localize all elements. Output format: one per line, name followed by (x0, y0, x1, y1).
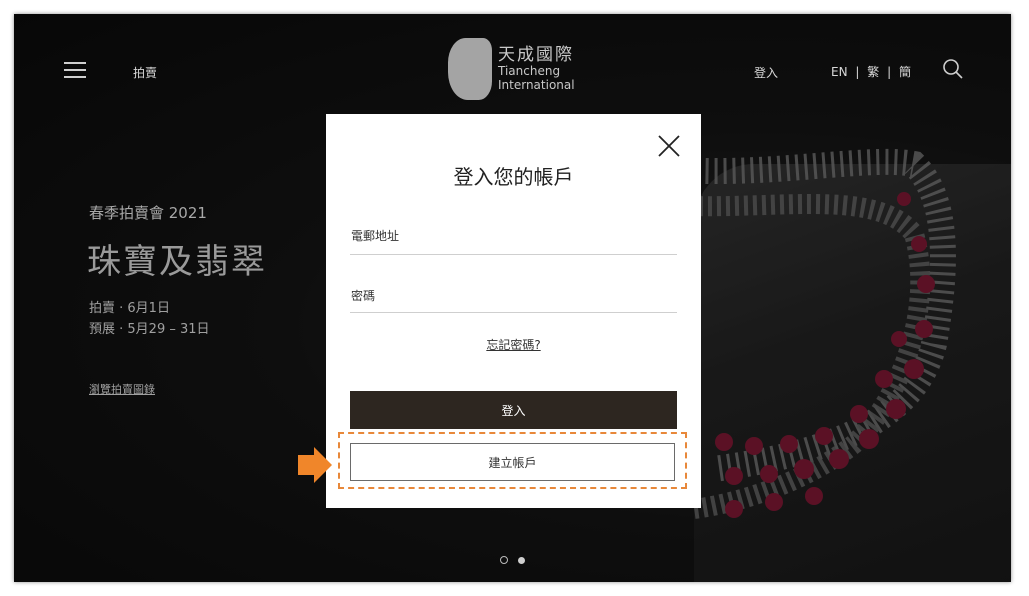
carousel-indicator (500, 549, 535, 568)
tiancheng-logo[interactable]: 天成國際 Tiancheng International (448, 38, 588, 102)
hamburger-menu-icon[interactable] (64, 62, 86, 78)
header-login-link[interactable]: 登入 (754, 64, 778, 81)
hero-title: 珠寶及翡翠 (87, 242, 267, 282)
highlight-box (338, 432, 687, 489)
preview-date: 預展 · 5月29 – 31日 (89, 322, 210, 337)
login-button[interactable]: 登入 (350, 391, 677, 429)
logo-chinese-name: 天成國際 (498, 45, 574, 65)
logo-english-line1: Tiancheng (498, 64, 561, 78)
screenshot-frame: 拍賣 天成國際 Tiancheng International 登入 EN | … (14, 14, 1011, 582)
carousel-dot-1[interactable] (500, 556, 508, 564)
modal-title: 登入您的帳戶 (453, 165, 574, 189)
carousel-dot-2[interactable] (518, 557, 525, 564)
password-field[interactable] (350, 284, 681, 312)
nav-auction-link[interactable]: 拍賣 (133, 64, 157, 81)
search-icon[interactable] (942, 58, 964, 80)
lang-separator: | (855, 65, 860, 79)
auction-date: 拍賣 · 6月1日 (89, 301, 170, 316)
lang-traditional[interactable]: 繁 (867, 65, 879, 79)
password-underline (350, 312, 677, 313)
email-underline (350, 254, 677, 255)
lang-separator: | (887, 65, 892, 79)
logo-english-line2: International (498, 78, 575, 92)
sale-season: 春季拍賣會 2021 (89, 204, 207, 222)
logo-emblem-icon (448, 38, 492, 100)
close-icon[interactable] (657, 134, 681, 158)
language-switcher: EN | 繁 | 簡 (829, 63, 913, 80)
lang-en[interactable]: EN (831, 65, 848, 79)
browse-catalogue-link[interactable]: 瀏覽拍賣圖錄 (89, 381, 155, 397)
pointer-arrow-icon (298, 447, 332, 483)
lang-simplified[interactable]: 簡 (899, 65, 911, 79)
forgot-password-link[interactable]: 忘記密碼? (326, 336, 701, 353)
email-field[interactable] (350, 224, 681, 252)
